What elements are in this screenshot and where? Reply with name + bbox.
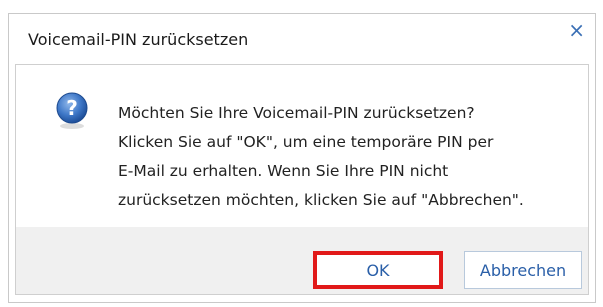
close-icon[interactable]: × xyxy=(568,18,585,42)
dialog-message: Möchten Sie Ihre Voicemail-PIN zurückset… xyxy=(118,99,524,215)
dialog-footer: OK Abbrechen xyxy=(15,227,589,295)
voicemail-pin-reset-dialog: Voicemail-PIN zurücksetzen × ? Möchten S… xyxy=(8,13,596,303)
ok-button[interactable]: OK xyxy=(313,251,443,289)
dialog-body: ? Möchten Sie Ihre Voicemail-PIN zurücks… xyxy=(15,64,589,228)
question-icon: ? xyxy=(56,92,88,129)
message-line: Möchten Sie Ihre Voicemail-PIN zurückset… xyxy=(118,104,475,122)
message-line: zurücksetzen möchten, klicken Sie auf "A… xyxy=(118,191,524,209)
dialog-title: Voicemail-PIN zurücksetzen xyxy=(28,30,249,49)
cancel-button[interactable]: Abbrechen xyxy=(464,251,582,289)
svg-text:?: ? xyxy=(66,96,78,120)
message-line: Klicken Sie auf "OK", um eine temporäre … xyxy=(118,133,494,151)
message-line: E-Mail zu erhalten. Wenn Sie Ihre PIN ni… xyxy=(118,162,449,180)
